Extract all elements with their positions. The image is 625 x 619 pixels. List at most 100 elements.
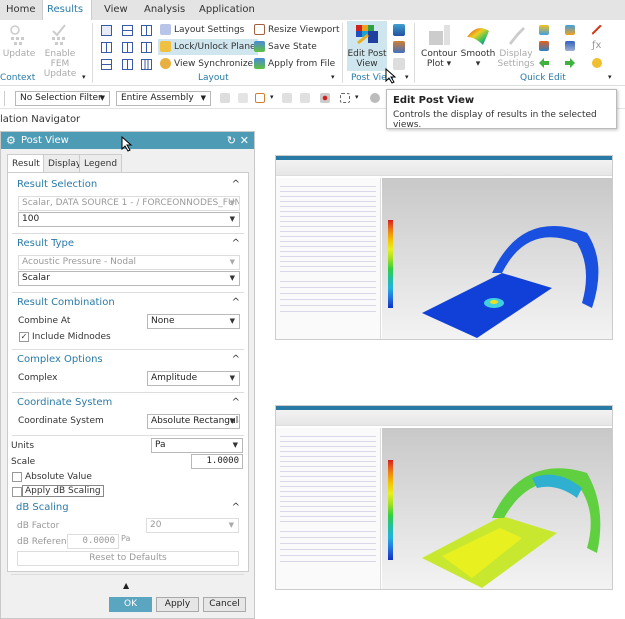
- smooth-button[interactable]: Smooth ▾: [460, 23, 496, 69]
- thumb-viewport: [382, 178, 612, 339]
- snap-point-icon[interactable]: [238, 93, 248, 103]
- assembly-scope-dropdown[interactable]: Entire Assembly ▼: [116, 91, 211, 106]
- dialog-title-bar[interactable]: ⚙ Post View ↻ ✕: [1, 132, 254, 152]
- units-dropdown[interactable]: Pa ▼: [151, 438, 243, 453]
- apply-db-scaling-checkbox[interactable]: [12, 487, 22, 497]
- graph-icon[interactable]: [592, 25, 602, 35]
- fem-model-render: [422, 468, 601, 588]
- layout-grid-four-icon[interactable]: [141, 25, 152, 36]
- section-coordinate-system[interactable]: Coordinate System: [17, 397, 112, 408]
- identify-icon[interactable]: [592, 58, 602, 68]
- select-connected-icon[interactable]: [300, 93, 310, 103]
- chevron-down-icon[interactable]: ▾: [355, 93, 359, 101]
- layout-stack-icon[interactable]: [101, 59, 112, 70]
- update-button[interactable]: Update: [2, 23, 36, 59]
- close-icon[interactable]: ✕: [240, 132, 249, 149]
- table-icon[interactable]: [565, 41, 575, 51]
- include-midnodes-checkbox[interactable]: ✓: [19, 332, 29, 342]
- result-component-dropdown[interactable]: Scalar ▼: [18, 271, 240, 286]
- ok-button[interactable]: OK: [109, 597, 152, 612]
- tab-application[interactable]: Application: [195, 0, 259, 20]
- edit-post-view-button[interactable]: Edit Post View: [347, 21, 387, 71]
- save-state-button[interactable]: Save State: [254, 39, 317, 55]
- collapse-icon[interactable]: ^: [232, 238, 240, 249]
- context-expand-icon[interactable]: ▾: [82, 73, 86, 81]
- lock-unlock-plane-button[interactable]: Lock/Unlock Plane: [158, 39, 258, 55]
- absolute-value-checkbox[interactable]: [12, 472, 22, 482]
- resize-viewport-icon: [254, 24, 265, 35]
- complex-dropdown[interactable]: Amplitude ▼: [147, 371, 240, 386]
- resize-viewport-button[interactable]: Resize Viewport: [254, 22, 340, 38]
- reset-icon[interactable]: ↻: [227, 132, 236, 149]
- coordinate-system-dropdown[interactable]: Absolute Rectangular ▼: [147, 414, 240, 429]
- quick-edit-expand-icon[interactable]: ▾: [608, 73, 612, 81]
- collapse-icon[interactable]: ^: [232, 179, 240, 190]
- section-result-combination[interactable]: Result Combination: [17, 297, 115, 308]
- section-result-type[interactable]: Result Type: [17, 238, 74, 249]
- deselect-icon[interactable]: [282, 93, 292, 103]
- result-step-dropdown[interactable]: 100 ▼: [18, 212, 240, 227]
- fringe-icon[interactable]: [539, 25, 549, 35]
- view-synchronize-button[interactable]: View Synchronize: [160, 56, 253, 72]
- marker-icon[interactable]: [539, 41, 549, 51]
- layout-expand-icon[interactable]: ▾: [331, 73, 335, 81]
- save-state-icon: [254, 41, 265, 52]
- section-result-selection[interactable]: Result Selection: [17, 179, 97, 190]
- thumb-viewport: [382, 428, 612, 589]
- mouse-cursor-icon: [121, 136, 133, 152]
- selection-filter-dropdown[interactable]: No Selection Filter ▼: [15, 91, 110, 106]
- layout-single-icon[interactable]: [101, 25, 112, 36]
- layout-vertical-two-icon[interactable]: [101, 42, 112, 53]
- layout-four-icon[interactable]: [141, 42, 152, 53]
- function-icon[interactable]: ƒx: [592, 40, 601, 51]
- edit-post-view-icon: [354, 23, 380, 47]
- simulation-navigator-label[interactable]: lation Navigator: [0, 114, 80, 125]
- section-db-scaling[interactable]: dB Scaling: [16, 502, 69, 513]
- next-icon[interactable]: [565, 58, 575, 68]
- section-complex-options[interactable]: Complex Options: [17, 354, 103, 365]
- previous-icon[interactable]: [539, 58, 549, 68]
- post-view-expand-icon[interactable]: ▾: [405, 73, 409, 81]
- group-divider: [92, 23, 93, 83]
- collapse-icon[interactable]: ^: [232, 502, 240, 513]
- scale-input[interactable]: 1.0000: [191, 454, 243, 469]
- apply-from-file-button[interactable]: Apply from File: [254, 56, 335, 72]
- enable-fem-update-button[interactable]: Enable FEM Update: [36, 23, 84, 79]
- contour-plot-button[interactable]: Contour Plot ▾: [419, 23, 459, 69]
- section-divider: [12, 292, 244, 293]
- gear-icon[interactable]: ⚙: [6, 132, 16, 149]
- cancel-button[interactable]: Cancel: [203, 597, 246, 612]
- edit-post-view-tooltip: Edit Post View Controls the display of r…: [386, 89, 617, 130]
- tab-result[interactable]: Result: [7, 154, 45, 173]
- apply-button[interactable]: Apply: [156, 597, 199, 612]
- add-selection-icon[interactable]: [255, 93, 265, 103]
- layout-six-icon[interactable]: [122, 59, 133, 70]
- layout-horizontal-two-icon[interactable]: [122, 25, 133, 36]
- dialog-title: Post View: [21, 135, 69, 146]
- tab-legend[interactable]: Legend: [79, 154, 123, 172]
- collapse-icon[interactable]: ^: [232, 297, 240, 308]
- pick-object-icon[interactable]: [320, 93, 330, 103]
- post-view-compare-icon[interactable]: [393, 41, 405, 53]
- collapse-icon[interactable]: ^: [232, 354, 240, 365]
- tab-results[interactable]: Results: [42, 0, 92, 20]
- display-settings-icon: [503, 23, 529, 47]
- new-post-view-icon[interactable]: [393, 24, 405, 36]
- chevron-down-icon[interactable]: ▾: [270, 93, 274, 101]
- view-triad-icon[interactable]: [370, 93, 380, 103]
- expand-more-icon[interactable]: ▲: [123, 581, 129, 590]
- deformation-icon[interactable]: [565, 25, 575, 35]
- combine-at-dropdown[interactable]: None ▼: [147, 314, 240, 329]
- box-select-icon[interactable]: [340, 93, 350, 103]
- tab-analysis[interactable]: Analysis: [140, 0, 189, 20]
- layout-nine-icon[interactable]: [141, 59, 152, 70]
- apply-db-scaling-label[interactable]: Apply dB Scaling: [22, 485, 104, 497]
- group-divider: [414, 23, 415, 83]
- select-feature-icon[interactable]: [220, 93, 230, 103]
- tab-view[interactable]: View: [100, 0, 132, 20]
- layout-settings-button[interactable]: Layout Settings: [160, 22, 244, 38]
- tab-home[interactable]: Home: [2, 0, 40, 20]
- collapse-icon[interactable]: ^: [232, 397, 240, 408]
- include-midnodes-label: Include Midnodes: [32, 332, 111, 342]
- layout-three-icon[interactable]: [122, 42, 133, 53]
